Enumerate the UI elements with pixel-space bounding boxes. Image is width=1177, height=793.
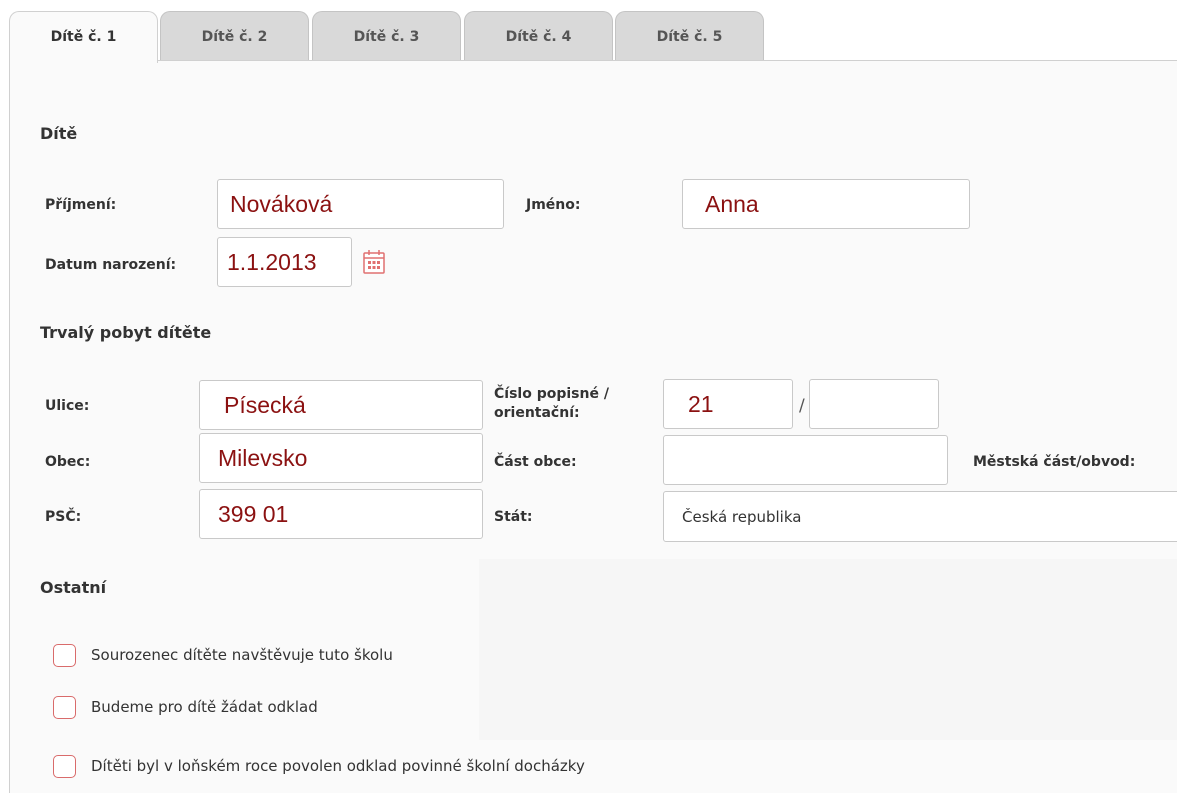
- zip-input[interactable]: [199, 489, 483, 539]
- tab-child-2[interactable]: Dítě č. 2: [160, 11, 309, 61]
- tab-divider: [158, 60, 1177, 61]
- checkbox-deferral[interactable]: [53, 695, 76, 719]
- background-block: [479, 559, 1177, 740]
- country-input[interactable]: [663, 491, 1177, 542]
- surname-input[interactable]: [217, 179, 504, 229]
- tab-label: Dítě č. 3: [353, 29, 420, 45]
- tab-label: Dítě č. 4: [505, 29, 572, 45]
- tab-bar: Dítě č. 1 Dítě č. 2 Dítě č. 3 Dítě č. 4 …: [0, 0, 1177, 63]
- checkbox-sibling-row[interactable]: Sourozenec dítěte navštěvuje tuto školu: [53, 643, 393, 667]
- surname-label: Příjmení:: [45, 197, 117, 213]
- tab-child-5[interactable]: Dítě č. 5: [615, 11, 764, 61]
- tab-label: Dítě č. 1: [50, 29, 117, 45]
- checkbox-previous-deferral[interactable]: [53, 754, 76, 778]
- tab-child-4[interactable]: Dítě č. 4: [464, 11, 613, 61]
- checkbox-sibling-label: Sourozenec dítěte navštěvuje tuto školu: [91, 646, 393, 664]
- city-part-label: Část obce:: [494, 454, 577, 470]
- name-input[interactable]: [682, 179, 970, 229]
- city-input[interactable]: [199, 433, 483, 483]
- calendar-icon[interactable]: [362, 249, 386, 275]
- section-title-residence: Trvalý pobyt dítěte: [40, 323, 212, 342]
- checkbox-deferral-label: Budeme pro dítě žádat odklad: [91, 698, 318, 716]
- number-separator: /: [799, 396, 805, 416]
- country-label: Stát:: [494, 509, 533, 525]
- tab-child-3[interactable]: Dítě č. 3: [312, 11, 461, 61]
- street-label: Ulice:: [45, 398, 90, 414]
- house-number-label-line1: Číslo popisné /: [494, 386, 609, 402]
- zip-label: PSČ:: [45, 509, 82, 525]
- section-title-child: Dítě: [40, 124, 78, 143]
- street-input[interactable]: [199, 380, 483, 430]
- tab-child-1[interactable]: Dítě č. 1: [9, 11, 158, 63]
- tab-label: Dítě č. 2: [201, 29, 268, 45]
- orientation-number-input[interactable]: [809, 379, 939, 429]
- tab-label: Dítě č. 5: [656, 29, 723, 45]
- checkbox-previous-deferral-row[interactable]: Dítěti byl v loňském roce povolen odklad…: [53, 754, 585, 778]
- house-number-input[interactable]: [663, 379, 793, 429]
- city-label: Obec:: [45, 454, 91, 470]
- checkbox-deferral-row[interactable]: Budeme pro dítě žádat odklad: [53, 695, 318, 719]
- checkbox-sibling[interactable]: [53, 643, 76, 667]
- city-part-input[interactable]: [663, 435, 948, 485]
- checkbox-previous-deferral-label: Dítěti byl v loňském roce povolen odklad…: [91, 757, 585, 775]
- birthdate-input[interactable]: [217, 237, 352, 287]
- name-label: Jméno:: [526, 197, 581, 213]
- section-title-other: Ostatní: [40, 578, 107, 597]
- district-label: Městská část/obvod:: [973, 454, 1136, 470]
- house-number-label-line2: orientační:: [494, 405, 580, 421]
- birthdate-label: Datum narození:: [45, 257, 177, 273]
